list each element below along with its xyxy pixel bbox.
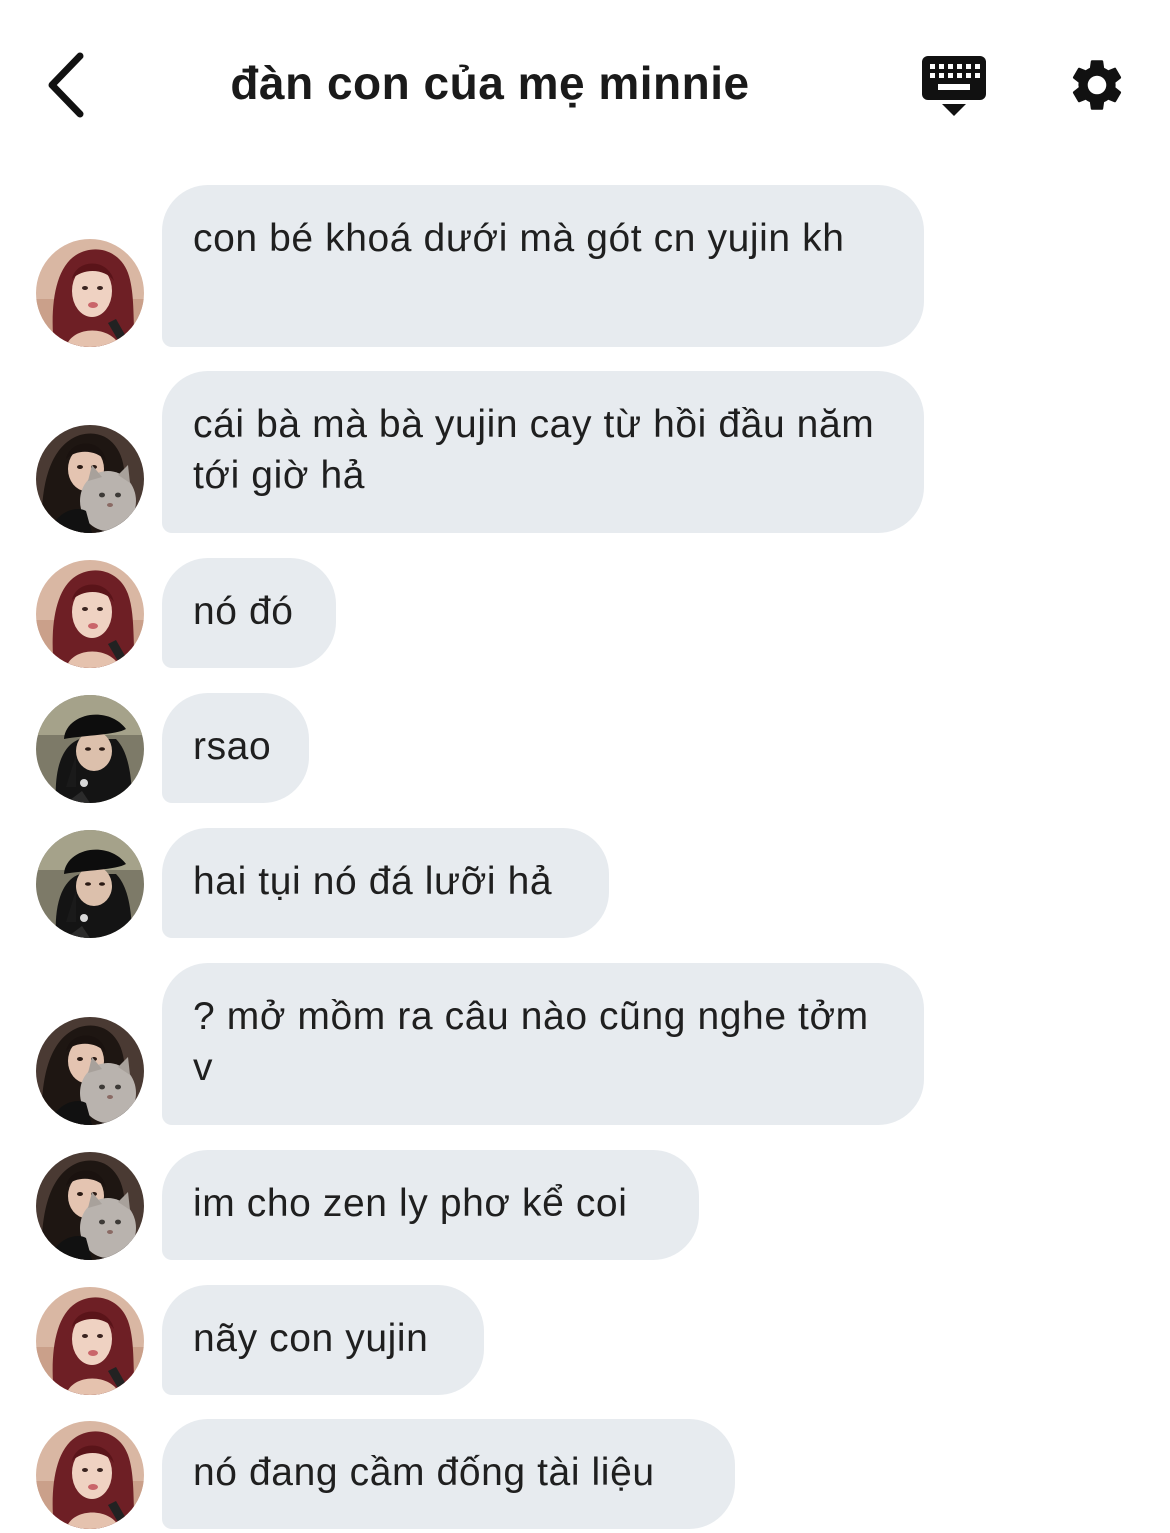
avatar-black-cap[interactable] [36, 695, 144, 803]
message-bubble[interactable]: rsao [162, 693, 309, 803]
avatar-black-cap[interactable] [36, 830, 144, 938]
message-bubble[interactable]: hai tụi nó đá lưỡi hả [162, 828, 609, 938]
message-thread: con bé khoá dưới mà gót cn yujin kh cái … [0, 0, 1170, 1533]
avatar-red-hair[interactable] [36, 1421, 144, 1529]
message-bubble[interactable]: con bé khoá dưới mà gót cn yujin kh [162, 185, 924, 347]
avatar-with-cat[interactable] [36, 425, 144, 533]
avatar-with-cat[interactable] [36, 1152, 144, 1260]
avatar-with-cat[interactable] [36, 1017, 144, 1125]
message-bubble[interactable]: nó đó [162, 558, 336, 668]
avatar-red-hair[interactable] [36, 239, 144, 347]
message-bubble[interactable]: nãy con yujin [162, 1285, 484, 1395]
message-bubble[interactable]: ? mở mồm ra câu nào cũng nghe tởm v [162, 963, 924, 1125]
avatar-red-hair[interactable] [36, 560, 144, 668]
message-bubble[interactable]: nó đang cầm đống tài liệu [162, 1419, 735, 1529]
message-bubble[interactable]: cái bà mà bà yujin cay từ hồi đầu năm tớ… [162, 371, 924, 533]
avatar-red-hair[interactable] [36, 1287, 144, 1395]
message-bubble[interactable]: im cho zen ly phơ kể coi [162, 1150, 699, 1260]
